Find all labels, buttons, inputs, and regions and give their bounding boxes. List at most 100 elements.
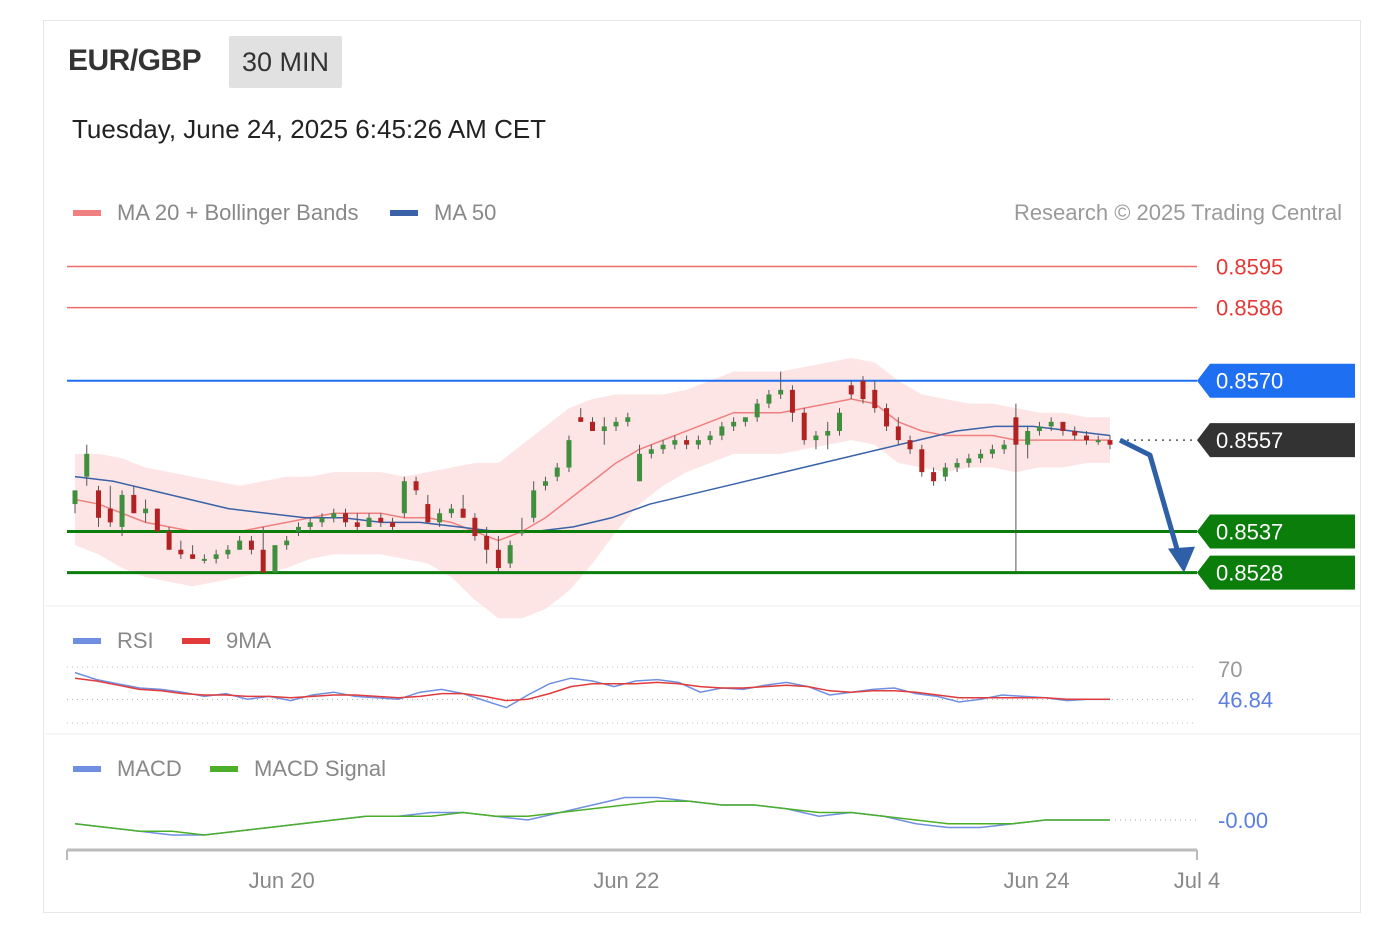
candle-body xyxy=(907,440,913,450)
candle-body xyxy=(578,417,584,422)
candle-body xyxy=(1083,435,1089,441)
candle-body xyxy=(307,522,313,527)
rsi-value-label: 46.84 xyxy=(1218,687,1273,712)
level-label-0.8557: 0.8557 xyxy=(1216,428,1283,453)
candle-body xyxy=(931,472,937,482)
x-tick-label: Jun 24 xyxy=(1004,868,1070,893)
level-label-0.8528: 0.8528 xyxy=(1216,561,1283,586)
candle-body xyxy=(260,549,266,573)
level-label-0.8537: 0.8537 xyxy=(1216,519,1283,544)
macd-series-MACD xyxy=(74,796,1110,836)
candle-body xyxy=(554,467,560,477)
candle-body xyxy=(601,426,607,431)
forecast-arrow xyxy=(1118,437,1181,554)
candle-body xyxy=(754,403,760,418)
candle-body xyxy=(1036,426,1042,431)
candle-body xyxy=(131,494,137,514)
candle-body xyxy=(225,549,231,555)
candle-body xyxy=(672,440,678,445)
candle-body xyxy=(472,517,478,537)
candle-body xyxy=(660,444,666,450)
macd-series-MACD Signal xyxy=(74,800,1110,836)
level-label-0.8595: 0.8595 xyxy=(1216,255,1283,280)
candle-body xyxy=(789,389,795,413)
price-chart-svg: 0.8595 0.8586 0.8570 0.8557 0.8537 0.8528 70 46… xyxy=(45,255,1360,893)
candle-body xyxy=(72,490,78,505)
candle-body xyxy=(143,508,149,514)
candle-body xyxy=(401,481,407,514)
candle-body xyxy=(201,558,207,561)
candle-body xyxy=(707,435,713,441)
candle-body xyxy=(119,494,125,527)
candle-body xyxy=(742,417,748,422)
rsi-series-RSI xyxy=(74,671,1111,709)
candle-body xyxy=(531,490,537,518)
macd-value-label: -0.00 xyxy=(1218,808,1268,833)
candle-body xyxy=(919,449,925,473)
candle-body xyxy=(507,545,513,564)
forecast-arrowhead xyxy=(1168,546,1195,573)
candle-body xyxy=(1025,430,1031,445)
x-tick-label: Jul 4 xyxy=(1174,868,1220,893)
candle-body xyxy=(166,531,172,550)
candle-body xyxy=(542,481,548,486)
candle-body xyxy=(366,517,372,527)
candle-body xyxy=(237,540,243,550)
candle-body xyxy=(354,522,360,527)
level-label-0.8586: 0.8586 xyxy=(1216,296,1283,321)
candle-body xyxy=(860,380,866,400)
candle-body xyxy=(1107,440,1113,445)
x-tick-label: Jun 20 xyxy=(249,868,315,893)
candle-body xyxy=(813,435,819,441)
candle-body xyxy=(319,517,325,523)
candle-body xyxy=(942,467,948,477)
candle-body xyxy=(84,453,90,477)
candle-body xyxy=(637,453,643,482)
candle-body xyxy=(413,481,419,491)
candle-body xyxy=(731,421,737,427)
candle-body xyxy=(272,545,278,573)
candle-body xyxy=(695,440,701,445)
candle-body xyxy=(989,449,995,454)
candle-body xyxy=(625,417,631,422)
candle-body xyxy=(1048,421,1054,427)
candle-body xyxy=(895,426,901,441)
candle-body xyxy=(954,462,960,468)
candle-body xyxy=(966,458,972,463)
candle-body xyxy=(448,508,454,514)
candle-body xyxy=(872,389,878,409)
candle-body xyxy=(766,394,772,404)
candle-body xyxy=(801,412,807,441)
candle-body xyxy=(460,508,466,518)
candle-body xyxy=(1095,440,1101,443)
candle-body xyxy=(519,531,525,534)
candle-body xyxy=(1060,421,1066,431)
candle-body xyxy=(1001,444,1007,450)
candle-body xyxy=(590,421,595,431)
candle-body xyxy=(107,508,113,523)
candle-body xyxy=(1072,430,1078,436)
level-label-0.8570: 0.8570 xyxy=(1216,369,1283,394)
candle-body xyxy=(613,421,619,427)
candle-body xyxy=(331,513,337,518)
candle-body xyxy=(884,408,890,427)
candle-body xyxy=(390,522,396,527)
candle-body xyxy=(778,389,784,395)
bollinger-band xyxy=(75,357,1110,619)
candle-body xyxy=(848,385,854,395)
candle-body xyxy=(295,526,301,532)
candle-body xyxy=(684,440,690,445)
candle-body xyxy=(343,513,349,523)
candle-body xyxy=(836,412,842,431)
rsi-level-label-70: 70 xyxy=(1218,657,1242,682)
candle-body xyxy=(437,513,443,523)
candle-body xyxy=(484,536,490,550)
candle-body xyxy=(978,453,984,459)
candle-body xyxy=(719,426,725,436)
candle-body xyxy=(190,554,196,559)
candle-body xyxy=(566,440,572,468)
candle-body xyxy=(178,549,184,555)
candle-body xyxy=(248,540,254,550)
x-tick-label: Jun 22 xyxy=(593,868,659,893)
candle-body xyxy=(425,504,431,523)
